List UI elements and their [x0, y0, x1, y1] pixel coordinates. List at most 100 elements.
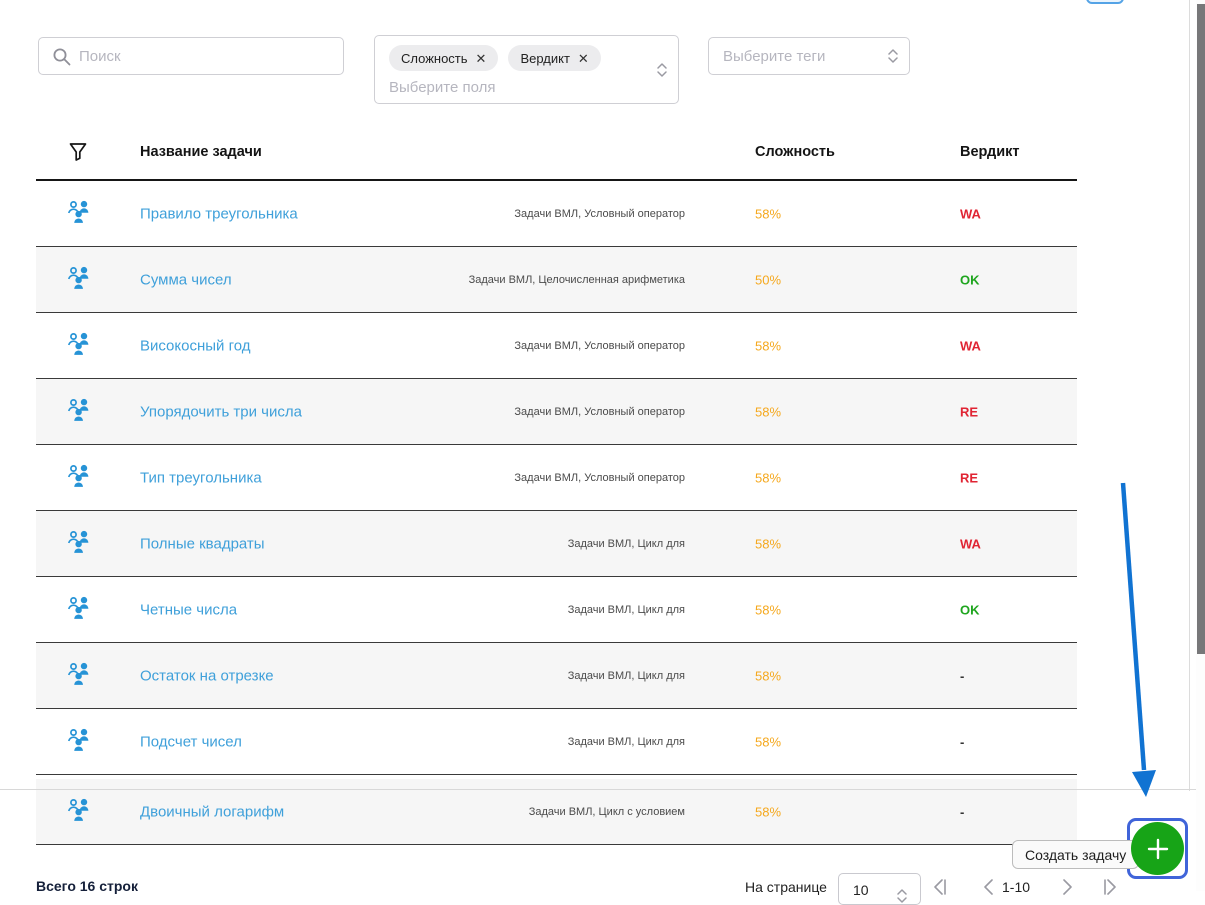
- task-verdict: WA: [960, 206, 981, 221]
- task-difficulty: 58%: [755, 536, 782, 551]
- clipped-button-fragment: [1086, 0, 1124, 4]
- task-difficulty: 58%: [755, 206, 782, 221]
- search-icon: [53, 48, 71, 66]
- column-header-verdict: Вердикт: [960, 144, 1020, 160]
- pagination-range-label: 1-10: [1002, 879, 1031, 895]
- group-icon: [66, 661, 92, 690]
- task-name-link[interactable]: Правило треугольника: [140, 205, 298, 222]
- task-name-link[interactable]: Високосный год: [140, 337, 251, 354]
- task-tags: Задачи ВМЛ, Условный оператор: [514, 471, 685, 484]
- search-input[interactable]: [79, 38, 334, 74]
- task-difficulty: 50%: [755, 272, 782, 287]
- pagination-last-button[interactable]: [1100, 877, 1120, 897]
- task-name-link[interactable]: Сумма чисел: [140, 271, 232, 288]
- task-difficulty: 58%: [755, 404, 782, 419]
- table-header: Название задачи Сложность Вердикт: [36, 125, 1077, 181]
- plus-icon: [1147, 838, 1168, 859]
- tags-select[interactable]: Выберите теги: [708, 37, 910, 75]
- group-icon: [66, 727, 92, 756]
- table-row[interactable]: Полные квадраты Задачи ВМЛ, Цикл для 58%…: [36, 511, 1077, 577]
- task-tags: Задачи ВМЛ, Цикл для: [567, 537, 685, 550]
- chip-difficulty[interactable]: Сложность ✕: [389, 45, 499, 71]
- total-rows-label: Всего 16 строк: [36, 878, 138, 894]
- chip-verdict-remove-icon[interactable]: ✕: [578, 52, 589, 65]
- task-name-link[interactable]: Двоичный логарифм: [140, 803, 284, 820]
- group-icon: [66, 265, 92, 294]
- chip-difficulty-label: Сложность: [401, 50, 468, 66]
- task-tags: Задачи ВМЛ, Цикл для: [567, 603, 685, 616]
- task-verdict: WA: [960, 338, 981, 353]
- task-verdict: RE: [960, 470, 979, 485]
- table-row[interactable]: Остаток на отрезке Задачи ВМЛ, Цикл для …: [36, 643, 1077, 709]
- column-header-difficulty: Сложность: [755, 144, 835, 160]
- task-name-link[interactable]: Тип треугольника: [140, 469, 262, 486]
- chip-difficulty-remove-icon[interactable]: ✕: [476, 52, 487, 65]
- task-name-link[interactable]: Четные числа: [140, 601, 237, 618]
- scrollbar-thumb[interactable]: [1197, 4, 1205, 654]
- table-row[interactable]: Високосный год Задачи ВМЛ, Условный опер…: [36, 313, 1077, 379]
- task-verdict: RE: [960, 404, 979, 419]
- task-tags: Задачи ВМЛ, Цикл для: [567, 669, 685, 682]
- group-icon: [66, 463, 92, 492]
- table-row[interactable]: Тип треугольника Задачи ВМЛ, Условный оп…: [36, 445, 1077, 511]
- task-difficulty: 58%: [755, 338, 782, 353]
- per-page-value: 10: [853, 882, 869, 898]
- task-difficulty: 58%: [755, 734, 782, 749]
- chevron-updown-icon[interactable]: [656, 62, 668, 78]
- tags-placeholder: Выберите теги: [723, 47, 826, 65]
- chevron-updown-icon: [897, 889, 907, 903]
- group-icon: [66, 397, 92, 426]
- table-row[interactable]: Четные числа Задачи ВМЛ, Цикл для 58% OK: [36, 577, 1077, 643]
- group-icon: [66, 199, 92, 228]
- pagination-next-button[interactable]: [1056, 877, 1076, 897]
- selected-field-chips: Сложность ✕ Вердикт ✕: [389, 45, 648, 71]
- create-task-tooltip: Создать задачу: [1012, 840, 1145, 869]
- tasks-table: Название задачи Сложность Вердикт Правил…: [36, 125, 1077, 845]
- search-box[interactable]: [38, 37, 344, 75]
- task-tags: Задачи ВМЛ, Цикл с условием: [528, 805, 685, 818]
- chip-verdict-label: Вердикт: [520, 50, 570, 66]
- task-tags: Задачи ВМЛ, Условный оператор: [514, 405, 685, 418]
- task-difficulty: 58%: [755, 668, 782, 683]
- task-verdict: -: [960, 734, 965, 749]
- task-name-link[interactable]: Полные квадраты: [140, 535, 265, 552]
- group-icon: [66, 797, 92, 826]
- task-name-link[interactable]: Остаток на отрезке: [140, 667, 274, 684]
- create-task-button[interactable]: [1131, 822, 1184, 875]
- table-row[interactable]: Правило треугольника Задачи ВМЛ, Условны…: [36, 181, 1077, 247]
- table-row[interactable]: Упорядочить три числа Задачи ВМЛ, Условн…: [36, 379, 1077, 445]
- task-verdict: -: [960, 804, 965, 819]
- task-verdict: OK: [960, 602, 980, 617]
- task-tags: Задачи ВМЛ, Целочисленная арифметика: [468, 273, 685, 286]
- task-difficulty: 58%: [755, 804, 782, 819]
- task-difficulty: 58%: [755, 470, 782, 485]
- chip-verdict[interactable]: Вердикт ✕: [508, 45, 601, 71]
- group-icon: [66, 331, 92, 360]
- per-page-select[interactable]: 10: [838, 873, 921, 905]
- task-table-body: Правило треугольника Задачи ВМЛ, Условны…: [36, 181, 1077, 845]
- task-verdict: OK: [960, 272, 980, 287]
- per-page-label: На странице: [745, 879, 827, 895]
- column-header-name: Название задачи: [140, 144, 262, 160]
- table-row[interactable]: Подсчет чисел Задачи ВМЛ, Цикл для 58% -: [36, 709, 1077, 775]
- task-name-link[interactable]: Подсчет чисел: [140, 733, 242, 750]
- task-verdict: WA: [960, 536, 981, 551]
- filter-funnel-icon[interactable]: [68, 142, 88, 162]
- fields-placeholder: Выберите поля: [389, 79, 496, 96]
- chevron-updown-icon[interactable]: [887, 48, 899, 64]
- frame-bottom-border: [0, 789, 1205, 790]
- pagination-first-button[interactable]: [930, 877, 950, 897]
- pagination-prev-button[interactable]: [980, 877, 1000, 897]
- fields-multiselect[interactable]: Сложность ✕ Вердикт ✕ Выберите поля: [374, 35, 679, 104]
- frame-right-border: [1189, 0, 1190, 791]
- task-tags: Задачи ВМЛ, Условный оператор: [514, 207, 685, 220]
- task-name-link[interactable]: Упорядочить три числа: [140, 403, 302, 420]
- tooltip-text: Создать задачу: [1025, 846, 1127, 863]
- annotation-arrow: [1120, 482, 1156, 797]
- group-icon: [66, 595, 92, 624]
- task-difficulty: 58%: [755, 602, 782, 617]
- task-verdict: -: [960, 668, 965, 683]
- task-tags: Задачи ВМЛ, Цикл для: [567, 735, 685, 748]
- table-row[interactable]: Сумма чисел Задачи ВМЛ, Целочисленная ар…: [36, 247, 1077, 313]
- group-icon: [66, 529, 92, 558]
